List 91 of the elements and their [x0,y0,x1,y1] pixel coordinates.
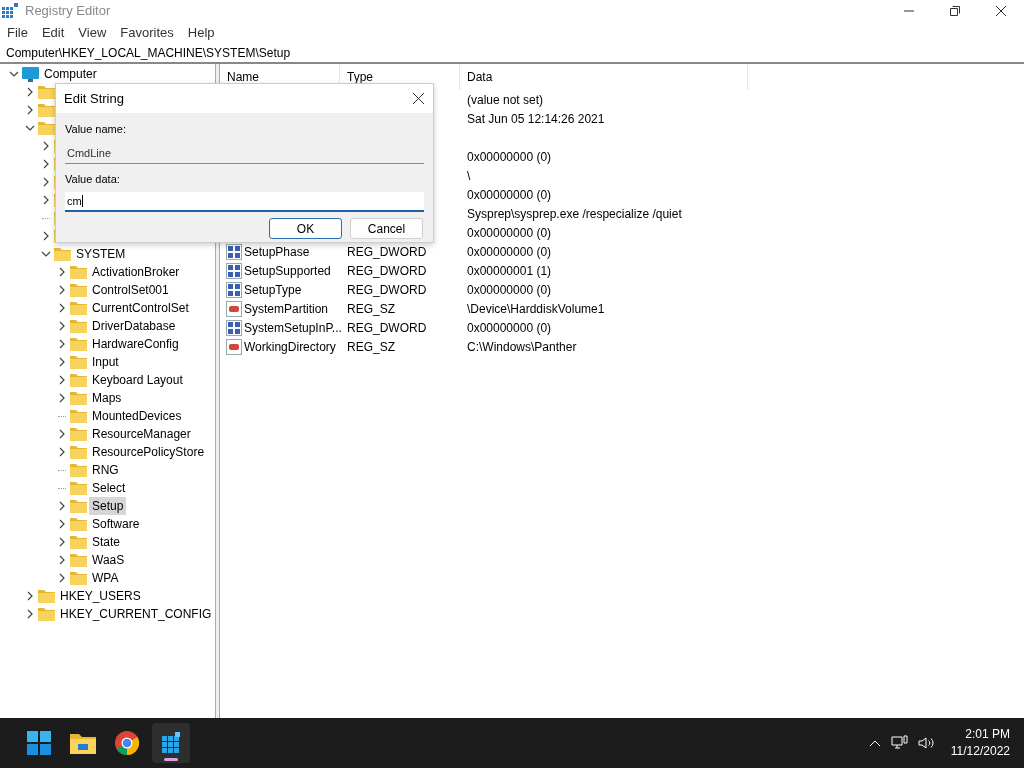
folder-icon [70,517,87,531]
menu-item[interactable]: File [7,22,28,43]
value-data: 0x00000000 (0) [467,282,552,297]
folder-icon [70,319,87,333]
chevron-down-icon[interactable] [41,249,51,259]
value-data: Sysprep\sysprep.exe /respecialize /quiet [467,206,682,221]
binary-value-icon [226,319,242,336]
value-data: 0x00000000 (0) [467,225,552,240]
speaker-icon[interactable] [917,736,935,750]
folder-icon [70,283,87,297]
field-label: Value data: [65,171,121,187]
column-header[interactable]: Data [460,64,748,90]
chevron-right-icon[interactable] [41,231,51,241]
menu-item[interactable]: View [78,22,107,43]
folder-icon [70,373,87,387]
taskbar-button[interactable] [152,723,190,763]
value-data: Sat Jun 05 12:14:26 2021 [467,111,605,126]
string-value-icon [226,300,242,317]
field-label: Value name: [65,122,127,137]
value-name[interactable]: WorkingDirectory [244,337,336,356]
folder-icon [70,301,87,315]
chevron-down-icon[interactable] [9,69,19,79]
folder-icon [70,499,87,513]
value-name[interactable]: SetupPhase [244,242,310,261]
computer-icon [22,66,39,82]
windows-icon[interactable] [27,731,51,755]
active-indicator [164,758,178,761]
menu-item[interactable]: Favorites [120,22,174,43]
close-icon [412,93,424,104]
close-icon [996,6,1006,16]
folder-icon[interactable] [70,732,96,754]
value-type: REG_DWORD [347,320,427,335]
folder-icon [38,85,55,99]
value-data: 0x00000000 (0) [467,244,552,259]
clock-date[interactable]: 11/12/2022 [950,743,1010,760]
folder-icon [70,445,87,459]
folder-icon [70,409,87,423]
folder-icon [70,571,87,585]
string-value-icon [226,338,242,355]
folder-icon [38,103,55,117]
dialog-title: Edit String [64,89,124,108]
value-name[interactable]: SetupSupported [244,261,331,280]
folder-icon [38,589,55,603]
folder-icon [38,607,55,621]
dialog-button[interactable]: OK [269,218,342,239]
folder-icon [70,481,87,495]
folder-icon [70,535,87,549]
input-field[interactable]: cm [65,192,424,212]
tree-item[interactable]: Setup [89,497,127,515]
dialog-button[interactable]: Cancel [350,218,423,239]
value-type: REG_DWORD [347,282,427,297]
folder-icon [70,337,87,351]
binary-value-icon [226,281,242,298]
folder-icon [38,121,55,135]
folder-icon [54,247,71,261]
folder-icon [70,265,87,279]
value-name[interactable]: SystemPartition [244,299,329,318]
value-type: REG_DWORD [347,244,427,259]
folder-icon [70,553,87,567]
value-type: REG_SZ [347,301,395,316]
folder-icon [70,391,87,405]
clock-time[interactable]: 2:01 PM [965,726,1010,743]
value-data: \ [467,168,471,183]
window-title: Registry Editor [25,2,111,21]
value-data: 0x00000000 (0) [467,187,552,202]
value-data: 0x00000000 (0) [467,149,552,164]
value-data: 0x00000000 (0) [467,320,552,335]
cubes-icon[interactable] [160,732,182,754]
binary-value-icon [226,243,242,260]
input-field[interactable]: CmdLine [65,143,424,164]
network-icon[interactable] [890,735,908,751]
value-data: (value not set) [467,92,544,107]
folder-icon [70,463,87,477]
menu-item[interactable]: Edit [41,22,65,43]
value-data: \Device\HarddiskVolume1 [467,301,605,316]
address-bar[interactable]: Computer\HKEY_LOCAL_MACHINE\SYSTEM\Setup [0,43,1024,64]
chevron-down-icon[interactable] [25,123,35,133]
menu-item[interactable]: Help [187,22,215,43]
value-data: 0x00000001 (1) [467,263,552,278]
value-name[interactable]: SetupType [244,280,302,299]
value-name[interactable]: SystemSetupInP... [244,318,342,337]
chevron-up-icon[interactable] [868,739,881,747]
folder-icon [70,427,87,441]
value-data: C:\Windows\Panther [467,339,577,354]
cubes-icon [2,3,18,19]
browser-icon[interactable] [115,731,139,755]
restore-icon [950,6,960,16]
value-type: REG_SZ [347,339,395,354]
binary-value-icon [226,262,242,279]
value-type: REG_DWORD [347,263,427,278]
folder-icon [70,355,87,369]
